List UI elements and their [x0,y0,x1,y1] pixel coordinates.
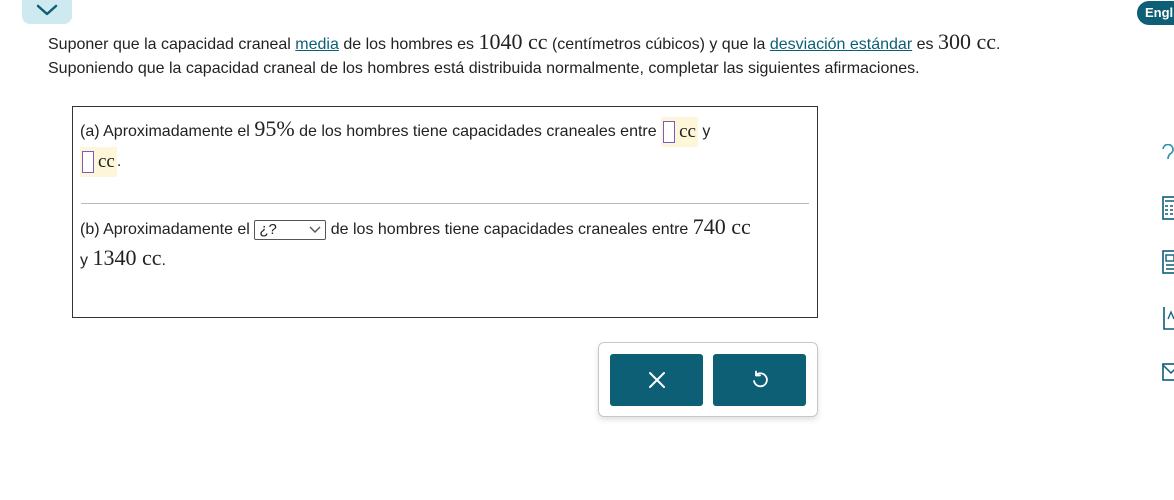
intro-line-1: Suponer que la capacidad craneal media d… [48,29,1001,54]
undo-button[interactable] [713,354,806,406]
chevron-down-icon [309,226,321,233]
answer-lower: cc [661,116,698,147]
sd-value: 300 cc [937,29,996,54]
intro-line-2: Suponiendo que la capacidad craneal de l… [48,60,920,77]
textbook-icon[interactable] [1162,306,1174,335]
language-button[interactable]: English [1137,1,1174,25]
problem-statement: Suponer que la capacidad craneal media d… [48,30,1138,81]
part-b: (b) Aproximadamente el ¿? de los hombres… [80,214,751,270]
range-low: 740 cc [692,214,751,239]
answer-input-upper[interactable] [82,150,94,173]
action-panel [598,342,818,417]
mean-value: 1040 cc [478,29,548,54]
answer-input-lower[interactable] [663,120,676,143]
data-table-icon[interactable] [1162,250,1174,279]
chevron-down-icon [36,4,58,16]
answer-upper: cc [80,146,117,177]
undo-icon [752,370,768,388]
question-box: (a) Aproximadamente el 95% de los hombre… [72,106,818,318]
mean-link[interactable]: media [295,36,339,53]
percent-value: 95% [254,116,295,141]
range-high: 1340 cc [92,245,162,270]
mail-icon[interactable] [1162,362,1174,387]
help-icon[interactable] [1162,143,1174,171]
part-a: (a) Aproximadamente el 95% de los hombre… [80,115,810,177]
clear-button[interactable] [610,354,703,406]
collapse-button[interactable] [22,0,72,24]
std-dev-link[interactable]: desviación estándar [770,36,912,53]
x-icon [648,372,665,388]
calculator-icon[interactable] [1162,196,1174,225]
divider [81,203,809,204]
percent-select[interactable]: ¿? [254,219,327,240]
